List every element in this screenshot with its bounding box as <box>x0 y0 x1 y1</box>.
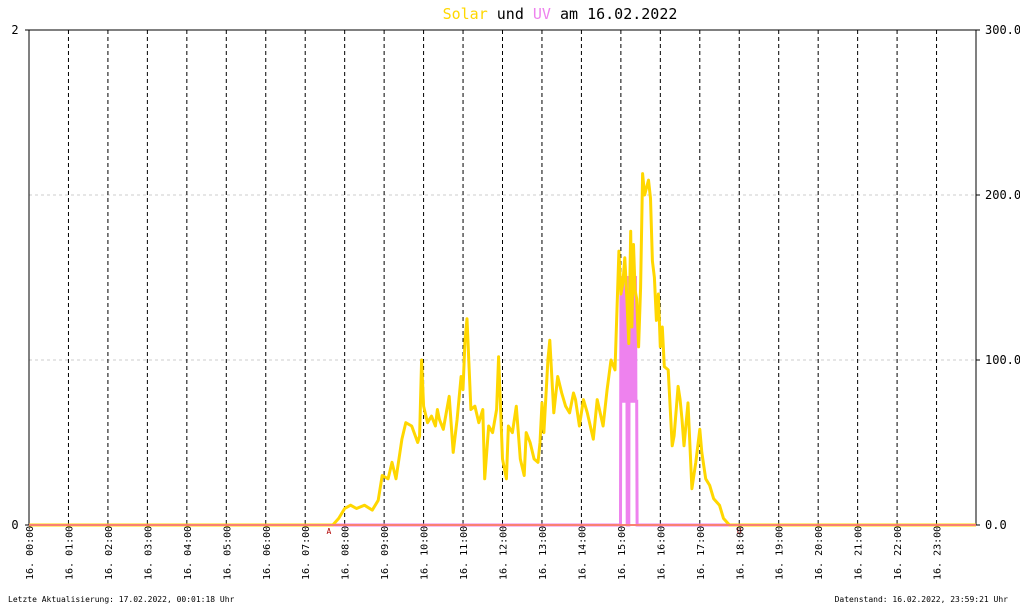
x-tick-label: 16. 04:00 <box>183 526 194 580</box>
x-tick-label: 16. 21:00 <box>854 526 865 580</box>
right-tick-label: 0.0 <box>985 518 1007 532</box>
chart-frame: Solar und UV am 16.02.2022 0 2 0.0 100.0 20… <box>0 0 1020 606</box>
title-solar: Solar <box>443 5 488 23</box>
x-tick-label: 16. 14:00 <box>577 526 588 580</box>
chart-title: Solar und UV am 16.02.2022 <box>443 5 678 23</box>
sunrise-marker: A <box>326 527 331 536</box>
right-tick-label: 100.0 <box>985 353 1020 367</box>
x-tick-label: 16. 17:00 <box>696 526 707 580</box>
footer-data-status: Datenstand: 16.02.2022, 23:59:21 Uhr <box>835 595 1009 604</box>
x-tick-label: 16. 19:00 <box>775 526 786 580</box>
x-tick-label: 16. 13:00 <box>538 526 549 580</box>
right-tick-label: 300.0 <box>985 23 1020 37</box>
x-tick-label: 16. 23:00 <box>933 526 944 580</box>
x-tick-label: 16. 15:00 <box>617 526 628 580</box>
right-tick-label: 200.0 <box>985 188 1020 202</box>
x-tick-label: 16. 18:00 <box>735 526 746 580</box>
solar-uv-chart: Solar und UV am 16.02.2022 0 2 0.0 100.0 20… <box>0 0 1020 606</box>
x-tick-label: 16. 16:00 <box>656 526 667 580</box>
title-uv: UV <box>533 5 551 23</box>
x-tick-label: 16. 22:00 <box>893 526 904 580</box>
x-tick-label: 16. 06:00 <box>262 526 273 580</box>
x-tick-label: 16. 08:00 <box>341 526 352 580</box>
left-tick-label: 0 <box>11 518 18 532</box>
left-tick-label: 2 <box>11 23 18 37</box>
x-tick-label: 16. 11:00 <box>459 526 470 580</box>
x-tick-label: 16. 00:00 <box>25 526 36 580</box>
x-tick-label: 16. 20:00 <box>814 526 825 580</box>
title-date: am 16.02.2022 <box>551 5 677 23</box>
x-tick-label: 16. 10:00 <box>420 526 431 580</box>
x-tick-label: 16. 05:00 <box>222 526 233 580</box>
x-tick-label: 16. 02:00 <box>104 526 115 580</box>
title-und: und <box>488 5 533 23</box>
footer-last-update: Letzte Aktualisierung: 17.02.2022, 00:01… <box>8 595 235 604</box>
x-tick-label: 16. 03:00 <box>143 526 154 580</box>
x-tick-label: 16. 09:00 <box>380 526 391 580</box>
x-tick-label: 16. 12:00 <box>499 526 510 580</box>
x-tick-label: 16. 01:00 <box>64 526 75 580</box>
x-tick-label: 16. 07:00 <box>301 526 312 580</box>
